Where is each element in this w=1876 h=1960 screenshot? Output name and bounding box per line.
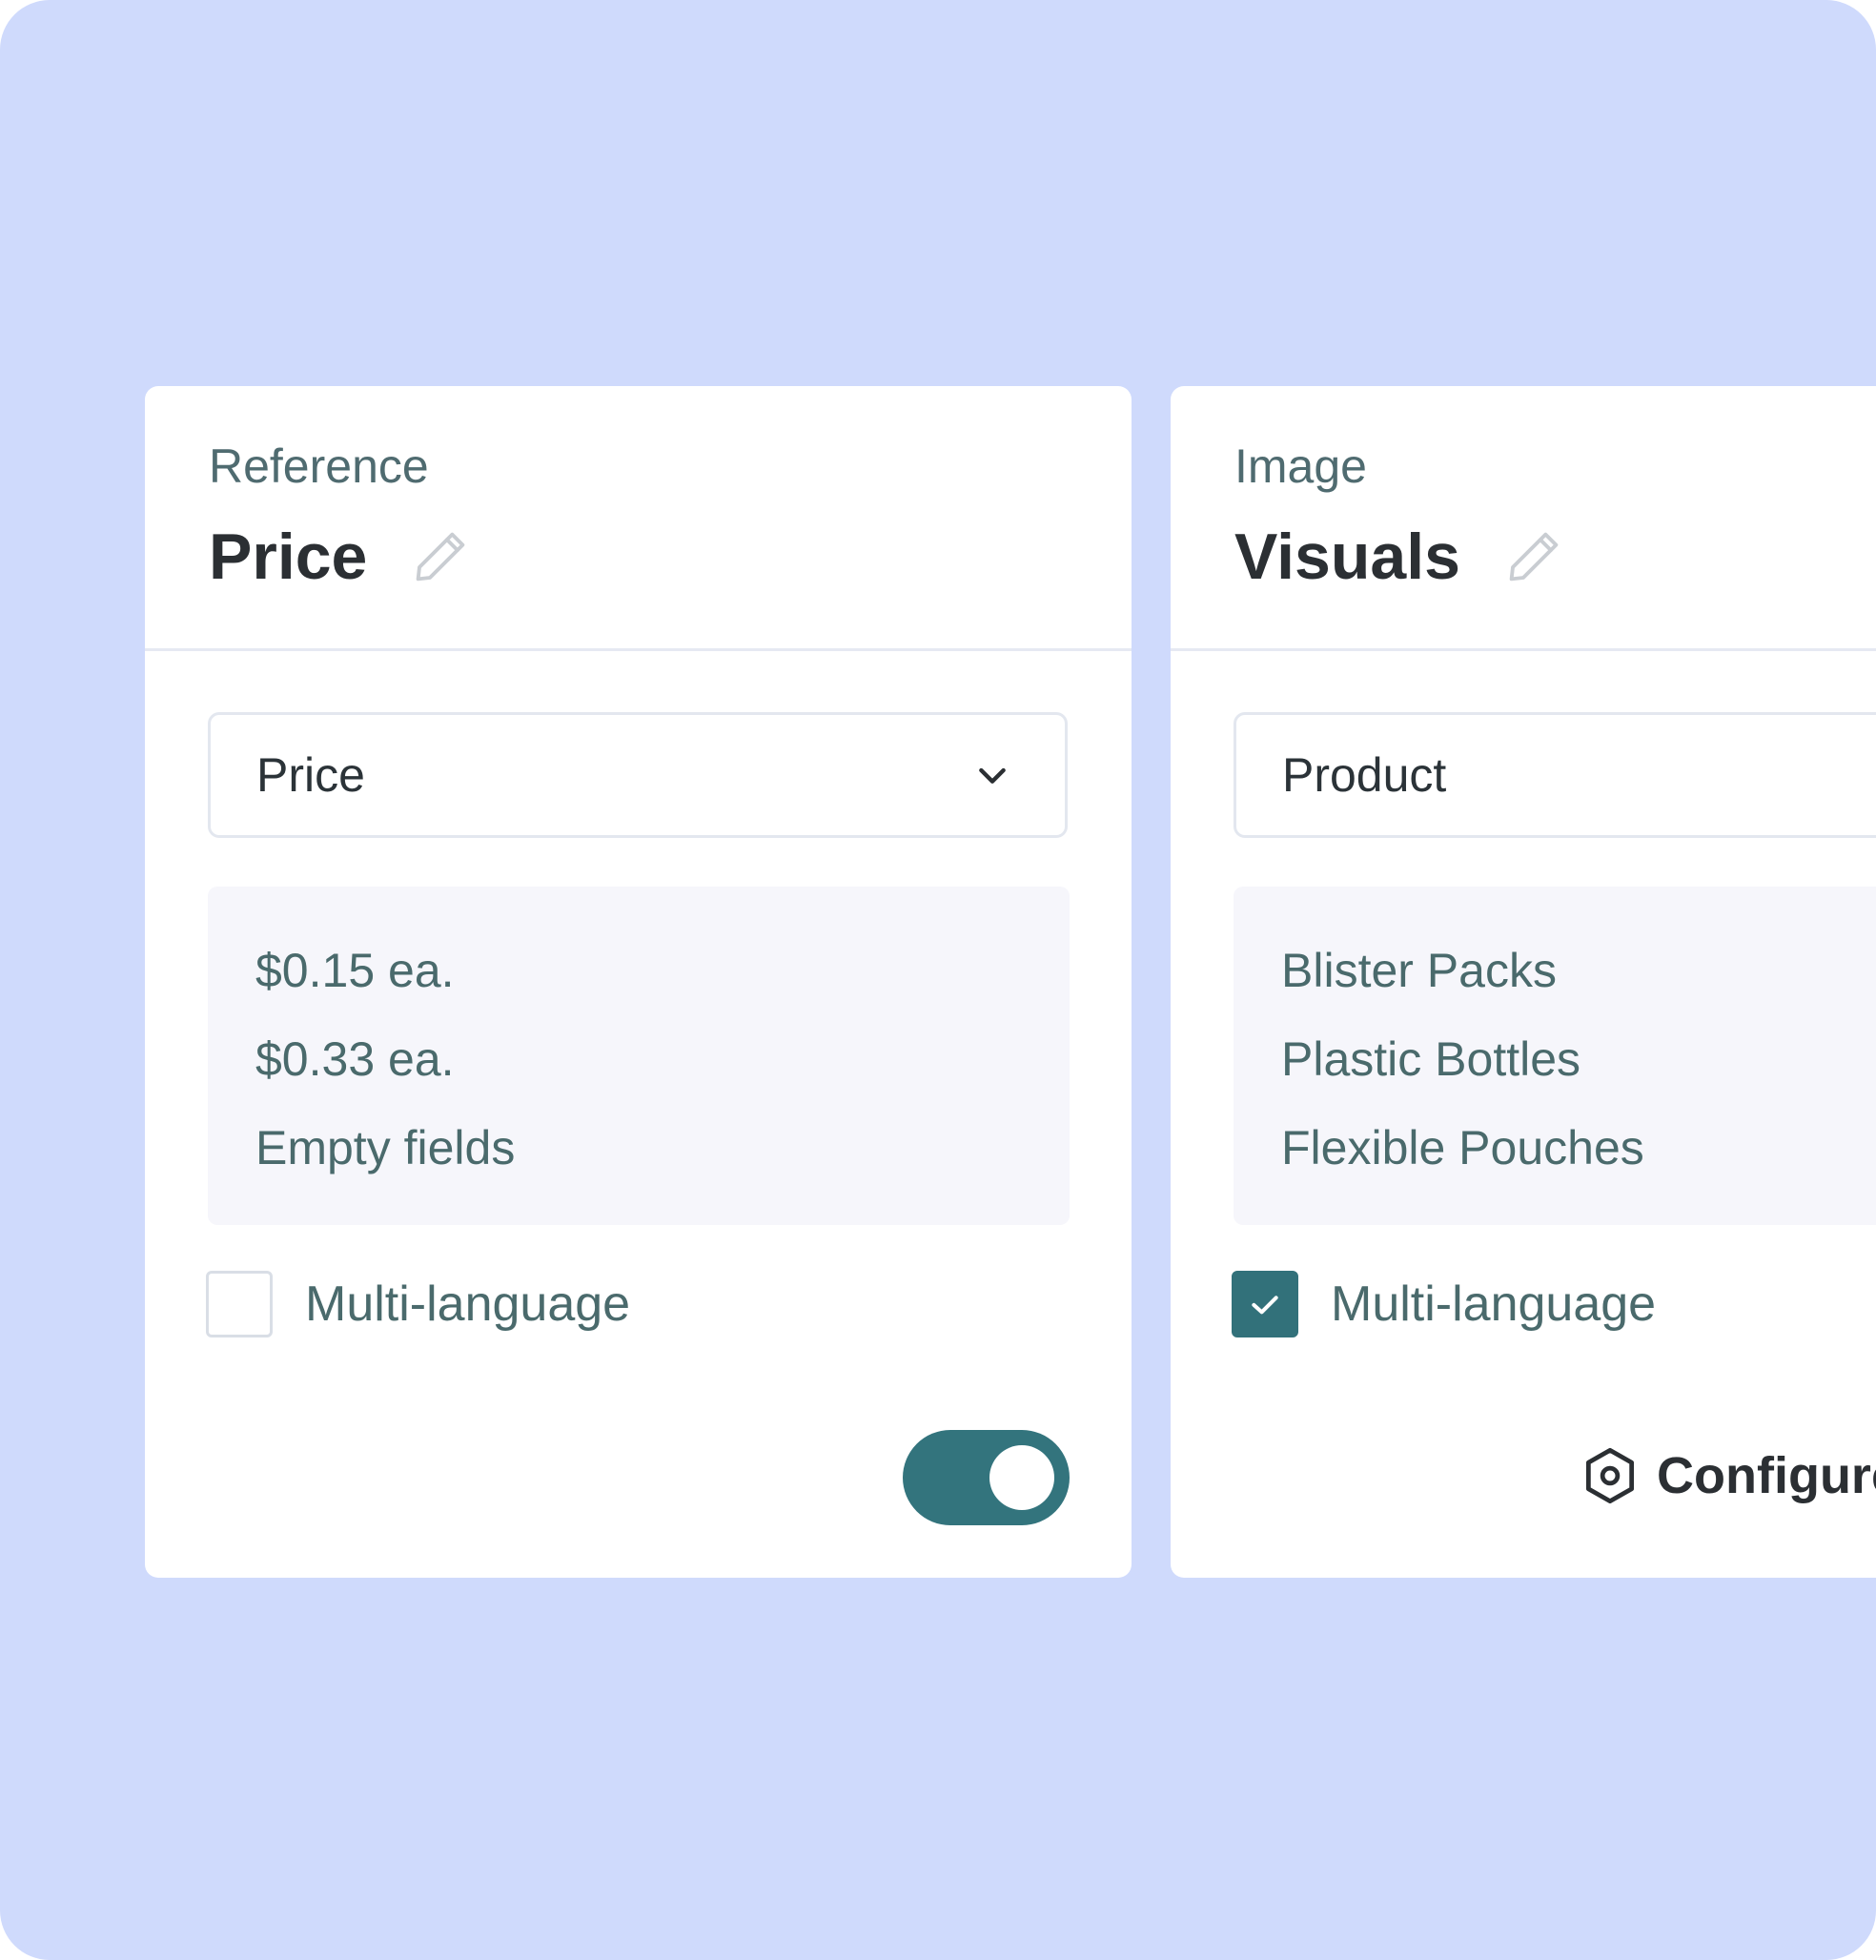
field-title: Price [209, 521, 368, 593]
list-item: Empty fields [255, 1121, 516, 1174]
select-value: Price [256, 748, 365, 802]
field-card-visuals: Image Visuals Product Blister Packs Plas… [1171, 386, 1876, 1578]
field-card-price: Reference Price Price $0.15 ea. $0.33 ea… [145, 386, 1132, 1578]
pencil-icon[interactable] [409, 525, 472, 588]
checkmark-icon [1252, 1296, 1278, 1315]
multi-language-option[interactable]: Multi-language [1232, 1271, 1656, 1337]
field-select-dropdown[interactable]: Price [208, 712, 1068, 838]
field-title: Visuals [1234, 521, 1460, 593]
list-item: Flexible Pouches [1281, 1121, 1644, 1174]
chevron-down-icon [979, 767, 1006, 784]
multi-language-label: Multi-language [305, 1276, 631, 1332]
multi-language-checkbox[interactable] [1232, 1271, 1298, 1337]
list-item: Plastic Bottles [1281, 1032, 1581, 1086]
values-list: Blister Packs Plastic Bottles Flexible P… [1234, 887, 1876, 1225]
hexagon-settings-icon [1585, 1447, 1635, 1504]
list-item: $0.33 ea. [255, 1032, 455, 1086]
toggle-knob [989, 1445, 1054, 1510]
card-header: Image Visuals [1171, 386, 1876, 651]
multi-language-option[interactable]: Multi-language [206, 1271, 630, 1337]
multi-language-label: Multi-language [1331, 1276, 1657, 1332]
values-list: $0.15 ea. $0.33 ea. Empty fields [208, 887, 1070, 1225]
select-value: Product [1282, 748, 1447, 802]
list-item: $0.15 ea. [255, 944, 455, 997]
enable-toggle[interactable] [903, 1430, 1070, 1525]
card-header: Reference Price [145, 386, 1132, 651]
title-row: Price [209, 520, 472, 594]
configure-label: Configure [1657, 1447, 1876, 1504]
field-type-label: Image [1234, 439, 1367, 493]
title-row: Visuals [1234, 520, 1565, 594]
multi-language-checkbox[interactable] [206, 1271, 273, 1337]
pencil-icon[interactable] [1502, 525, 1565, 588]
configure-button[interactable]: Configure [1582, 1446, 1876, 1505]
page-background: Reference Price Price $0.15 ea. $0.33 ea… [0, 0, 1876, 1960]
field-type-label: Reference [209, 439, 429, 493]
field-select-dropdown[interactable]: Product [1234, 712, 1876, 838]
list-item: Blister Packs [1281, 944, 1557, 997]
